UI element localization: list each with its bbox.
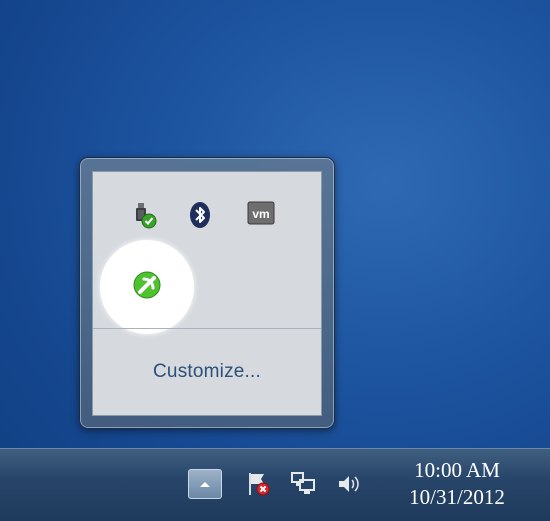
chevron-up-icon [200, 482, 210, 487]
network-icon[interactable] [288, 467, 320, 501]
customize-area: Customize... [93, 329, 321, 415]
volume-icon[interactable] [333, 467, 365, 501]
vmware-icon[interactable]: vm [244, 196, 278, 230]
clock-date: 10/31/2012 [409, 485, 505, 509]
notification-overflow-popup: vm Customize... [79, 157, 335, 429]
taskbar-clock[interactable]: 10:00 AM 10/31/2012 [392, 457, 522, 511]
overflow-panel: vm Customize... [92, 171, 322, 416]
action-center-icon[interactable] [243, 467, 273, 501]
clock-time: 10:00 AM [414, 458, 500, 482]
vmware-icon-label: vm [252, 207, 269, 221]
safely-remove-hardware-icon[interactable] [127, 198, 161, 232]
show-hidden-icons-button[interactable] [188, 469, 222, 499]
app-tray-icon[interactable] [130, 268, 164, 302]
overflow-icon-grid: vm [93, 172, 321, 334]
bluetooth-icon[interactable] [183, 198, 217, 232]
customize-link[interactable]: Customize... [153, 361, 261, 383]
taskbar: 10:00 AM 10/31/2012 [0, 448, 550, 521]
